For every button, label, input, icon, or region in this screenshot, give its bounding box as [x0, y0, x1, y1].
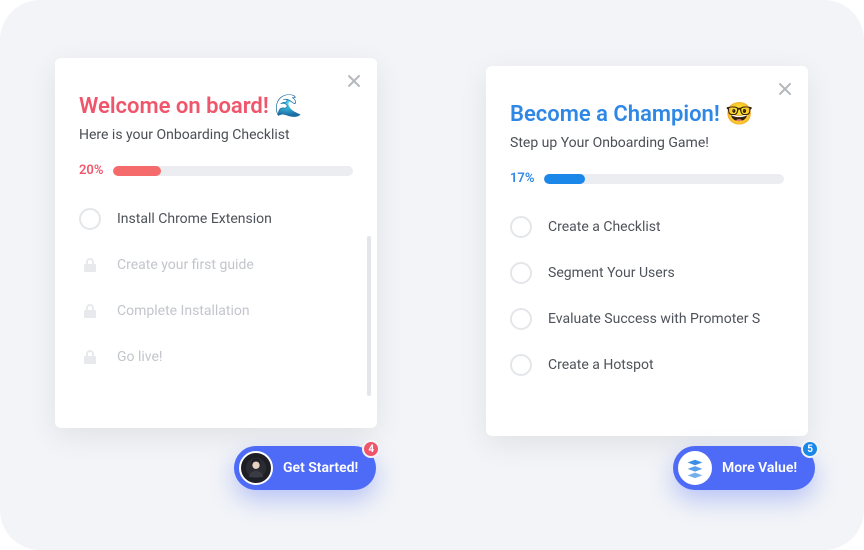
checklist-item-label: Create a Checklist: [548, 219, 661, 235]
checklist-item[interactable]: Create a Hotspot: [510, 342, 784, 388]
lock-icon: [79, 254, 101, 276]
checklist-item-label: Complete Installation: [117, 303, 250, 319]
checklist-item-label: Create a Hotspot: [548, 357, 654, 373]
stack-icon: [678, 451, 712, 485]
close-icon[interactable]: [776, 80, 794, 98]
nerd-emoji-icon: 🤓: [726, 102, 753, 127]
get-started-button[interactable]: Get Started! 4: [234, 446, 376, 490]
checklist: Install Chrome Extension Create your fir…: [79, 196, 353, 380]
close-icon[interactable]: [345, 72, 363, 90]
card-title-text: Become a Champion!: [510, 102, 720, 127]
lock-icon: [79, 346, 101, 368]
unchecked-circle-icon: [510, 308, 532, 330]
checklist-item[interactable]: Create a Checklist: [510, 204, 784, 250]
champion-card: Become a Champion! 🤓 Step up Your Onboar…: [486, 66, 808, 436]
progress-fill: [544, 174, 585, 184]
fab-label: Get Started!: [283, 460, 358, 476]
checklist-item-label: Evaluate Success with Promoter S: [548, 311, 760, 327]
checklist-item-label: Go live!: [117, 349, 163, 365]
lock-icon: [79, 300, 101, 322]
checklist-item-label: Create your first guide: [117, 257, 254, 273]
checklist-item[interactable]: Install Chrome Extension: [79, 196, 353, 242]
unchecked-circle-icon: [510, 354, 532, 376]
more-value-button[interactable]: More Value! 5: [673, 446, 815, 490]
progress-row: 17%: [510, 171, 784, 186]
checklist-item[interactable]: Complete Installation: [79, 288, 353, 334]
notification-badge: 5: [801, 440, 819, 458]
card-title: Welcome on board! 🌊: [79, 94, 353, 119]
onboarding-card: Welcome on board! 🌊 Here is your Onboard…: [55, 58, 377, 428]
card-subtitle: Step up Your Onboarding Game!: [510, 135, 784, 151]
unchecked-circle-icon: [79, 208, 101, 230]
progress-bar: [113, 166, 353, 176]
checklist: Create a Checklist Segment Your Users Ev…: [510, 204, 784, 388]
wave-emoji-icon: 🌊: [275, 94, 302, 119]
card-title: Become a Champion! 🤓: [510, 102, 784, 127]
progress-bar: [544, 174, 784, 184]
checklist-item[interactable]: Create your first guide: [79, 242, 353, 288]
progress-row: 20%: [79, 163, 353, 178]
unchecked-circle-icon: [510, 216, 532, 238]
progress-fill: [113, 166, 161, 176]
unchecked-circle-icon: [510, 262, 532, 284]
checklist-item-label: Segment Your Users: [548, 265, 675, 281]
card-title-text: Welcome on board!: [79, 94, 269, 119]
card-subtitle: Here is your Onboarding Checklist: [79, 127, 353, 143]
notification-badge: 4: [362, 440, 380, 458]
checklist-item[interactable]: Go live!: [79, 334, 353, 380]
checklist-item[interactable]: Evaluate Success with Promoter S: [510, 296, 784, 342]
progress-percent: 20%: [79, 163, 103, 178]
avatar: [239, 451, 273, 485]
canvas: Welcome on board! 🌊 Here is your Onboard…: [0, 0, 864, 550]
scrollbar[interactable]: [367, 236, 371, 396]
checklist-item[interactable]: Segment Your Users: [510, 250, 784, 296]
checklist-item-label: Install Chrome Extension: [117, 211, 272, 227]
progress-percent: 17%: [510, 171, 534, 186]
fab-label: More Value!: [722, 460, 797, 476]
